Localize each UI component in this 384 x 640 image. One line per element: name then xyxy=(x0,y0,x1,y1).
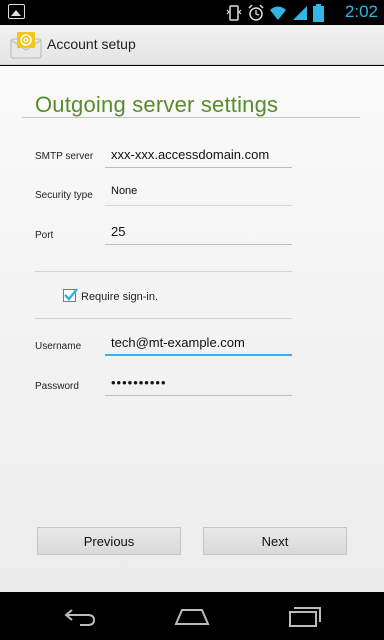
email-app-icon[interactable] xyxy=(10,31,42,59)
smtp-server-value: xxx-xxx.accessdomain.com xyxy=(111,147,270,162)
wifi-icon xyxy=(269,4,287,22)
smtp-server-input[interactable]: xxx-xxx.accessdomain.com xyxy=(105,144,292,168)
password-label: Password xyxy=(35,381,79,392)
port-value: 25 xyxy=(111,224,126,239)
title-divider xyxy=(22,117,360,118)
action-bar: Account setup xyxy=(0,25,384,65)
signal-icon xyxy=(291,4,309,22)
password-value: •••••••••• xyxy=(111,375,167,390)
section-divider xyxy=(35,271,292,272)
outgoing-settings-form: Outgoing server settings SMTP server xxx… xyxy=(0,66,384,592)
recent-apps-icon[interactable] xyxy=(284,604,324,628)
battery-icon xyxy=(313,3,324,22)
vibrate-icon xyxy=(225,4,243,22)
status-time: 2:02 xyxy=(344,2,378,21)
username-value: tech@mt-example.com xyxy=(111,335,245,350)
security-type-select[interactable]: None xyxy=(105,182,292,206)
gallery-notification-icon xyxy=(8,4,25,19)
section-divider xyxy=(35,318,292,319)
alarm-icon xyxy=(247,3,265,22)
port-label: Port xyxy=(35,230,54,241)
next-button[interactable]: Next xyxy=(203,527,347,555)
port-input[interactable]: 25 xyxy=(105,221,292,245)
home-icon[interactable] xyxy=(172,604,212,628)
previous-button[interactable]: Previous xyxy=(37,527,181,555)
back-icon[interactable] xyxy=(60,604,100,628)
require-signin-label[interactable]: Require sign-in. xyxy=(81,291,158,303)
username-label: Username xyxy=(35,341,82,352)
security-type-label: Security type xyxy=(35,190,93,201)
require-signin-checkbox[interactable] xyxy=(63,288,78,302)
password-input[interactable]: •••••••••• xyxy=(105,372,292,396)
navigation-bar xyxy=(0,592,384,640)
username-input[interactable]: tech@mt-example.com xyxy=(105,332,292,356)
smtp-server-label: SMTP server xyxy=(35,151,94,162)
status-icons xyxy=(225,3,324,22)
page-title: Outgoing server settings xyxy=(35,92,279,117)
action-bar-title: Account setup xyxy=(47,36,136,52)
security-type-value: None xyxy=(111,185,138,197)
status-bar: 2:02 xyxy=(0,0,384,25)
